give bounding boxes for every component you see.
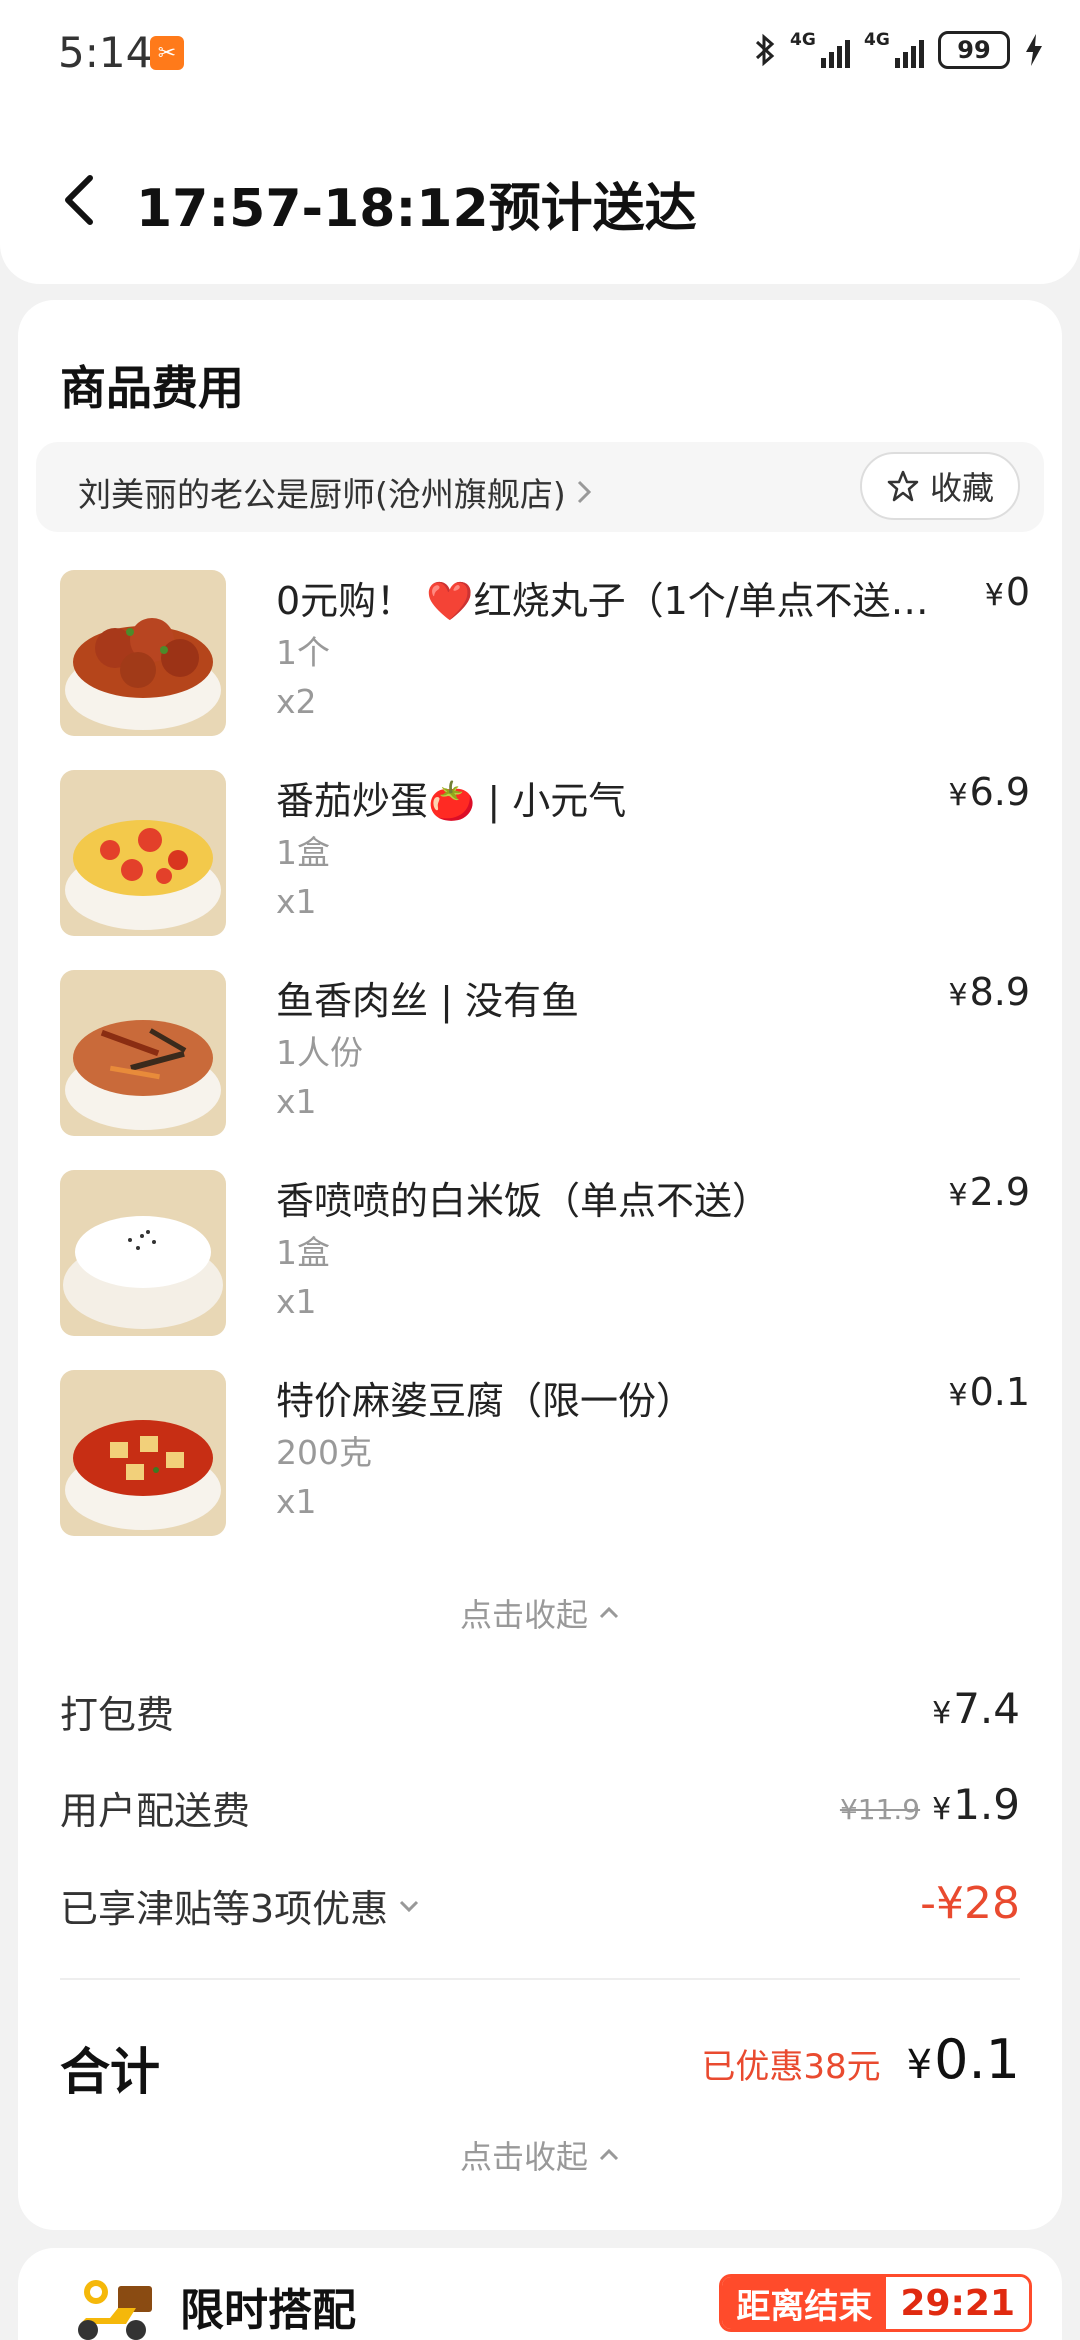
saved-amount: 已优惠38元 (701, 2047, 881, 2087)
item-name: 鱼香肉丝 | 没有鱼 (276, 979, 579, 1023)
app-notification-icon: ✂ (150, 36, 184, 70)
favorite-label: 收藏 (929, 469, 994, 507)
combo-title: 限时搭配 (180, 2285, 356, 2336)
item-quantity: x1 (276, 1282, 317, 1321)
delivery-scooter-icon (78, 2280, 152, 2340)
signal-icon-sim2: 4G (864, 30, 924, 70)
favorite-button[interactable]: 收藏 (859, 452, 1020, 520)
item-name: 番茄炒蛋🍅 | 小元气 (276, 779, 627, 823)
item-spec: 200克 (276, 1433, 372, 1472)
packing-fee-row: 打包费 ¥7.4 (60, 1684, 1020, 1744)
item-quantity: x2 (276, 682, 317, 721)
status-time: 5:14 (58, 28, 153, 77)
battery-icon: 99 (938, 31, 1010, 69)
packing-fee-label: 打包费 (60, 1693, 175, 1737)
collapse-label: 点击收起 (459, 1596, 588, 1634)
item-name: 特价麻婆豆腐（限一份） (276, 1379, 695, 1423)
item-spec: 1盒 (276, 833, 330, 872)
collapse-summary-button[interactable]: 点击收起 (18, 2132, 1062, 2178)
total-amount: ¥0.1 (906, 2028, 1020, 2091)
item-quantity: x1 (276, 1082, 317, 1121)
store-name: 刘美丽的老公是厨师(沧州旗舰店) (78, 475, 566, 514)
item-name: 香喷喷的白米饭（单点不送） (276, 1179, 771, 1223)
item-spec: 1人份 (276, 1033, 363, 1072)
limited-combo-card[interactable]: 限时搭配 距离结束 29:21 (18, 2248, 1062, 2340)
charging-icon (1026, 34, 1042, 66)
countdown-timer: 距离结束 29:21 (719, 2274, 1032, 2332)
order-item[interactable]: 特价麻婆豆腐（限一份） 200克 x1 ¥0.1 (60, 1370, 1030, 1540)
status-bar: 5:14 ✂ 4G 4G 99 (0, 0, 1080, 108)
item-price: ¥6.9 (948, 770, 1030, 814)
food-thumbnail-rice (60, 1170, 226, 1336)
item-quantity: x1 (276, 882, 317, 921)
food-thumbnail-meatballs (60, 570, 226, 736)
item-name: 0元购！ ❤️红烧丸子（1个/单点不送不退） (276, 579, 936, 623)
fees-card-title: 商品费用 (60, 361, 244, 415)
item-price: ¥2.9 (948, 1170, 1030, 1214)
item-quantity: x1 (276, 1482, 317, 1521)
signal-icon-sim1: 4G (790, 30, 850, 70)
fees-card: 商品费用 刘美丽的老公是厨师(沧州旗舰店) 收藏 0元购！ ❤️红烧丸子（1个/… (18, 300, 1062, 2230)
order-item[interactable]: 香喷喷的白米饭（单点不送） 1盒 x1 ¥2.9 (60, 1170, 1030, 1340)
status-icons: 4G 4G 99 (754, 30, 1044, 70)
discounts-row[interactable]: 已享津贴等3项优惠 -¥28 (60, 1878, 1020, 1938)
chevron-up-icon (599, 2148, 619, 2161)
chevron-right-icon (577, 480, 591, 504)
discounts-value: -¥28 (920, 1878, 1020, 1929)
divider (60, 1978, 1020, 1980)
total-summary: 已优惠38元 ¥0.1 (701, 2028, 1020, 2091)
page-header: 17:57-18:12预计送达 (0, 108, 1080, 284)
star-icon (887, 470, 919, 502)
item-spec: 1个 (276, 633, 330, 672)
total-label: 合计 (60, 2043, 160, 2101)
bluetooth-icon (755, 33, 775, 67)
discounts-label: 已享津贴等3项优惠 (60, 1887, 389, 1931)
food-thumbnail-mapo-tofu (60, 1370, 226, 1536)
packing-fee-value: ¥7.4 (932, 1684, 1020, 1733)
order-item[interactable]: 0元购！ ❤️红烧丸子（1个/单点不送不退） 1个 x2 ¥0 (60, 570, 1030, 740)
item-price: ¥0.1 (948, 1370, 1030, 1414)
chevron-down-icon (400, 1900, 419, 1912)
countdown-time: 29:21 (886, 2277, 1029, 2329)
chevron-up-icon (599, 1606, 619, 1619)
countdown-label: 距离结束 (722, 2277, 887, 2329)
delivery-fee-row: 用户配送费 ¥11.9 ¥1.9 (60, 1780, 1020, 1840)
food-thumbnail-shredded-pork (60, 970, 226, 1136)
food-thumbnail-tomato-egg (60, 770, 226, 936)
store-row[interactable]: 刘美丽的老公是厨师(沧州旗舰店) 收藏 (36, 442, 1044, 532)
collapse-items-button[interactable]: 点击收起 (18, 1590, 1062, 1636)
order-item[interactable]: 鱼香肉丝 | 没有鱼 1人份 x1 ¥8.9 (60, 970, 1030, 1140)
delivery-fee-label: 用户配送费 (60, 1789, 251, 1833)
delivery-fee-original: ¥11.9 (839, 1793, 921, 1826)
delivery-eta-title: 17:57-18:12预计送达 (136, 179, 697, 239)
collapse-label-2: 点击收起 (459, 2138, 588, 2176)
item-spec: 1盒 (276, 1233, 330, 1272)
item-price: ¥0 (984, 570, 1030, 614)
order-item[interactable]: 番茄炒蛋🍅 | 小元气 1盒 x1 ¥6.9 (60, 770, 1030, 940)
item-price: ¥8.9 (948, 970, 1030, 1014)
back-arrow-icon[interactable] (56, 170, 104, 230)
store-name-link[interactable]: 刘美丽的老公是厨师(沧州旗舰店) (78, 468, 592, 516)
delivery-fee-value: ¥11.9 ¥1.9 (839, 1780, 1020, 1829)
discounts-label-wrap[interactable]: 已享津贴等3项优惠 (60, 1878, 420, 1933)
